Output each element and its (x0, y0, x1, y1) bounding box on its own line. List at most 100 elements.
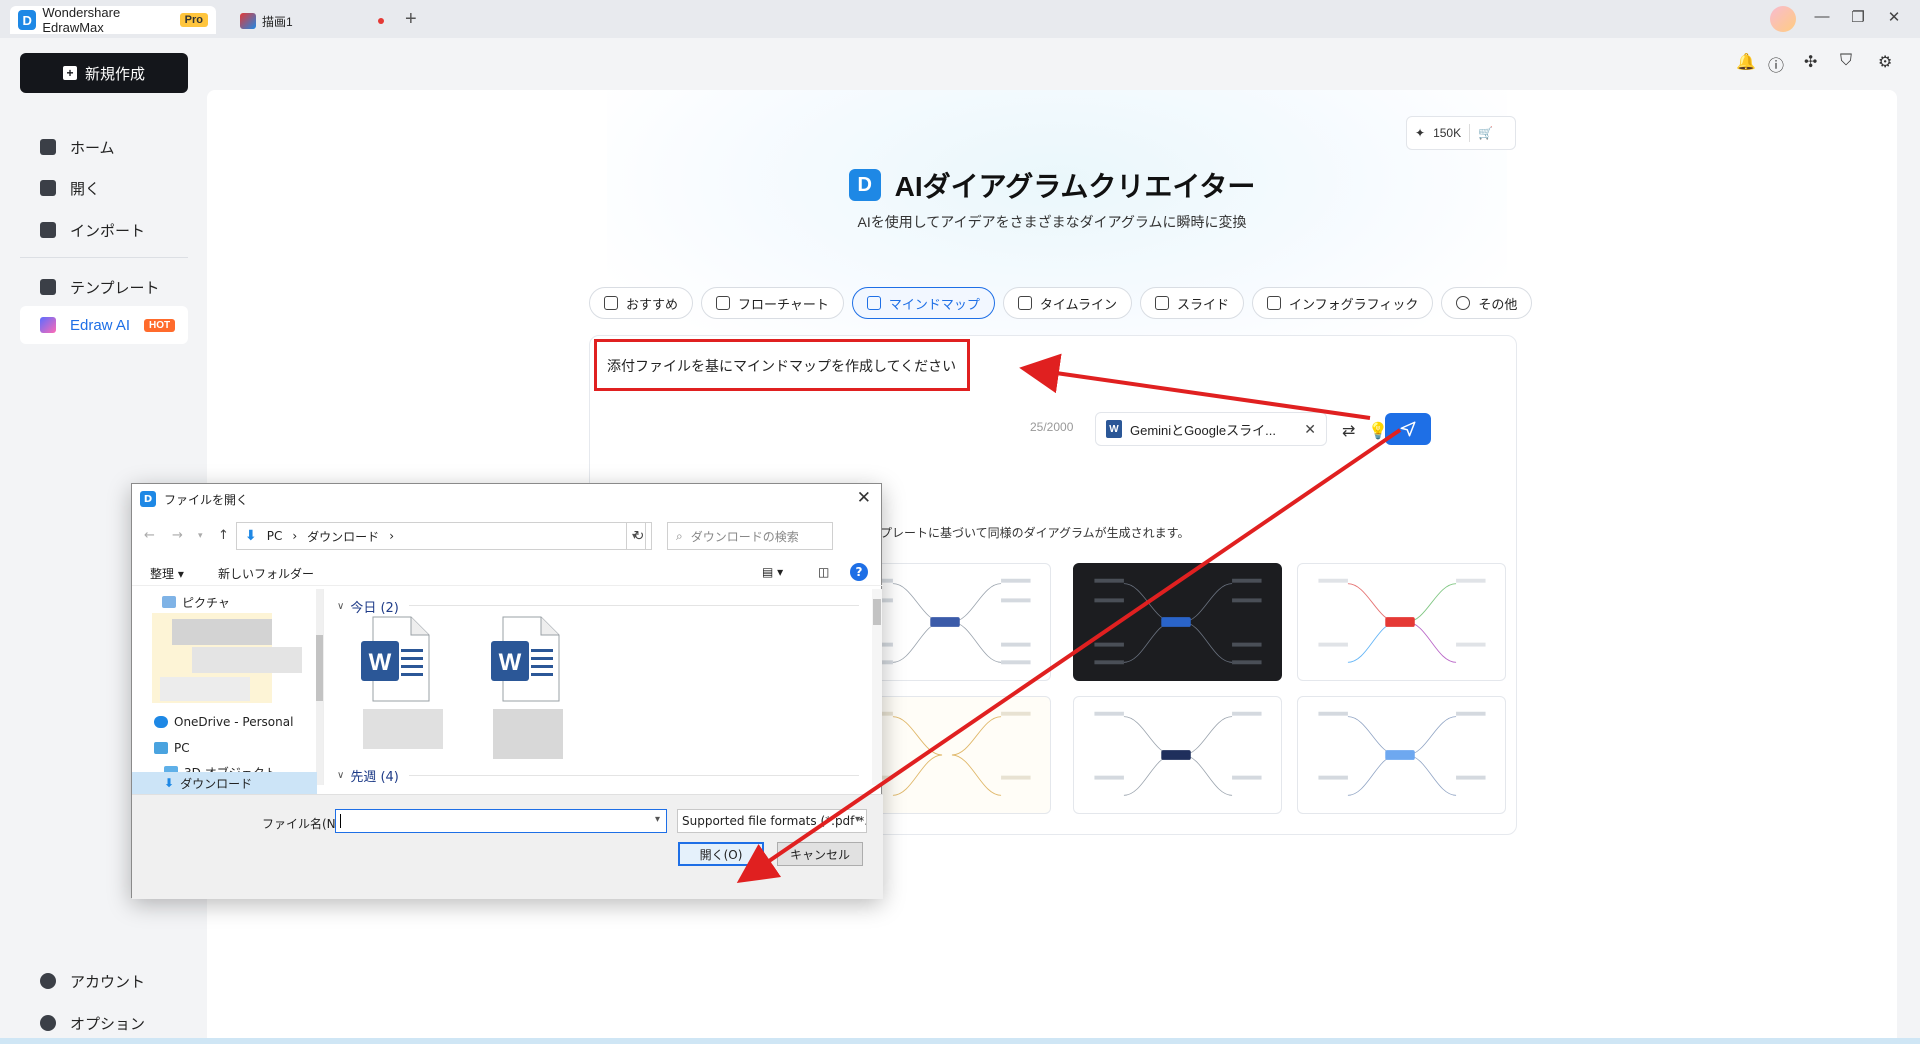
word-file-icon[interactable]: W (353, 615, 433, 705)
file-format-select[interactable]: Supported file formats (*.pdf *.d ▾ (677, 809, 867, 833)
prompt-input[interactable]: 添付ファイルを基にマインドマップを作成してください (594, 339, 970, 391)
refresh-icon[interactable]: ↻ (626, 522, 652, 550)
close-window-icon[interactable]: ✕ (1882, 8, 1906, 26)
tree-item-pictures[interactable]: ピクチャ 📌 (162, 591, 323, 613)
document-icon (240, 13, 256, 29)
restore-icon[interactable]: ❐ (1846, 8, 1870, 26)
tab-slides[interactable]: スライド (1140, 287, 1245, 319)
bell-icon[interactable]: 🔔 (1736, 52, 1756, 72)
sidebar-item-import[interactable]: インポート (20, 211, 188, 249)
new-button-label: 新規作成 (84, 65, 145, 83)
tab-label: インフォグラフィック (1289, 296, 1419, 312)
group-divider (409, 775, 859, 776)
group-header-last-week[interactable]: ∨ 先週 (4) (337, 766, 399, 785)
address-bar[interactable]: ⬇ PC › ダウンロード › ▾ (236, 522, 646, 550)
shuffle-icon[interactable]: ⇄ (1342, 421, 1355, 441)
sidebar-item-label: アカウント (70, 973, 146, 991)
scrollbar-thumb[interactable] (316, 635, 323, 701)
up-arrow-icon[interactable]: ↑ (218, 528, 229, 543)
template-thumbnail[interactable] (1297, 563, 1506, 681)
organize-button[interactable]: 整理 ▾ (150, 565, 184, 582)
tab-other[interactable]: その他 (1441, 287, 1533, 319)
breadcrumb-downloads[interactable]: ダウンロード (307, 528, 379, 545)
options-icon (40, 1015, 56, 1031)
document-tab[interactable]: 描画1 (240, 8, 390, 34)
view-options-icon[interactable]: ▤ ▾ (762, 565, 783, 579)
minimize-icon[interactable]: — (1810, 8, 1834, 25)
apps-icon[interactable]: ✣ (1804, 52, 1817, 72)
sidebar-item-account[interactable]: アカウント (20, 962, 188, 1000)
chevron-down-icon: ▾ (854, 814, 860, 825)
dialog-titlebar: D ファイルを開く (132, 484, 881, 514)
group-label: 先週 (4) (350, 770, 399, 785)
search-placeholder: ダウンロードの検索 (690, 529, 799, 544)
user-avatar[interactable] (1770, 6, 1796, 32)
tree-scrollbar[interactable] (316, 589, 323, 785)
sidebar-item-label: ホーム (70, 139, 115, 157)
word-file-icon[interactable]: W (483, 615, 563, 705)
filename-input[interactable]: ▾ (335, 809, 667, 833)
sidebar-item-edraw-ai[interactable]: Edraw AI HOT (20, 306, 188, 344)
help-icon[interactable]: ? (850, 563, 868, 581)
prompt-area[interactable]: 添付ファイルを基にマインドマップを作成してください 25/2000 W Gemi… (590, 336, 1518, 461)
infographic-icon (1267, 296, 1282, 310)
app-tab[interactable]: D Wondershare EdrawMax Pro (10, 5, 216, 35)
help-icon[interactable]: ⓘ (1768, 52, 1784, 76)
cart-icon[interactable]: 🛒 (1478, 126, 1493, 140)
settings-icon[interactable]: ⚙ (1878, 52, 1892, 72)
tab-recommended[interactable]: おすすめ (589, 287, 694, 319)
template-thumbnail[interactable] (1297, 696, 1506, 814)
scrollbar-thumb[interactable] (873, 599, 881, 625)
send-icon (1400, 421, 1416, 437)
back-arrow-icon[interactable]: ← (144, 528, 155, 543)
tree-item-downloads[interactable]: ⬇ ダウンロード (132, 772, 317, 794)
tree-item-onedrive[interactable]: OneDrive - Personal (154, 711, 323, 733)
preview-pane-icon[interactable]: ◫ (818, 565, 829, 579)
recent-dropdown-icon[interactable]: ▾ (198, 531, 203, 541)
sidebar-item-label: Edraw AI (70, 316, 131, 334)
new-button[interactable]: + 新規作成 (20, 53, 188, 93)
unsaved-indicator (378, 18, 384, 24)
account-icon (40, 973, 56, 989)
dialog-close-icon[interactable]: ✕ (857, 488, 871, 508)
computer-icon (154, 742, 168, 754)
sidebar-item-open[interactable]: 開く (20, 169, 188, 207)
remove-file-icon[interactable]: ✕ (1304, 421, 1316, 438)
sidebar-item-label: 開く (70, 180, 101, 198)
group-header-today[interactable]: ∨ 今日 (2) (337, 597, 399, 616)
category-tabs: おすすめ フローチャート マインドマップ タイムライン スライド インフォグラフ… (589, 287, 1533, 319)
status-strip (0, 1038, 1920, 1044)
breadcrumb-pc[interactable]: PC (267, 529, 283, 543)
credits-widget[interactable]: ✦ 150K 🛒 (1406, 116, 1516, 150)
search-field[interactable]: ⌕ ダウンロードの検索 (667, 522, 833, 550)
file-list-scrollbar[interactable] (872, 589, 882, 785)
chevron-down-icon: ∨ (337, 770, 345, 781)
open-button[interactable]: 開く(O) (678, 842, 764, 866)
template-thumbnail[interactable] (1073, 563, 1282, 681)
blurred-area (192, 647, 302, 673)
sidebar-item-home[interactable]: ホーム (20, 128, 188, 166)
tab-mindmap[interactable]: マインドマップ (851, 287, 995, 319)
tab-timeline[interactable]: タイムライン (1002, 287, 1132, 319)
template-thumbnail[interactable] (1073, 696, 1282, 814)
tab-label: フローチャート (738, 296, 829, 312)
tree-item-pc[interactable]: PC (154, 737, 323, 759)
slide-icon (1155, 296, 1169, 310)
search-icon: ⌕ (676, 528, 683, 543)
sidebar-item-templates[interactable]: テンプレート (20, 268, 188, 306)
tab-flowchart[interactable]: フローチャート (701, 287, 844, 319)
chevron-down-icon[interactable]: ▾ (655, 814, 660, 825)
tab-infographic[interactable]: インフォグラフィック (1252, 287, 1434, 319)
timeline-icon (1017, 296, 1032, 310)
sidebar-item-options[interactable]: オプション (20, 1004, 188, 1042)
forward-arrow-icon[interactable]: → (172, 528, 183, 543)
new-tab-button[interactable]: + (405, 8, 417, 31)
cancel-button[interactable]: キャンセル (777, 842, 863, 866)
attached-file-chip[interactable]: W GeminiとGoogleスライ... ✕ (1095, 412, 1327, 446)
star-icon (604, 296, 618, 310)
send-button[interactable] (1385, 413, 1431, 445)
breadcrumb-separator: › (292, 529, 298, 543)
shirt-icon[interactable]: ⛉ (1840, 52, 1852, 70)
new-folder-button[interactable]: 新しいフォルダー (218, 565, 314, 582)
flowchart-icon (716, 296, 731, 310)
